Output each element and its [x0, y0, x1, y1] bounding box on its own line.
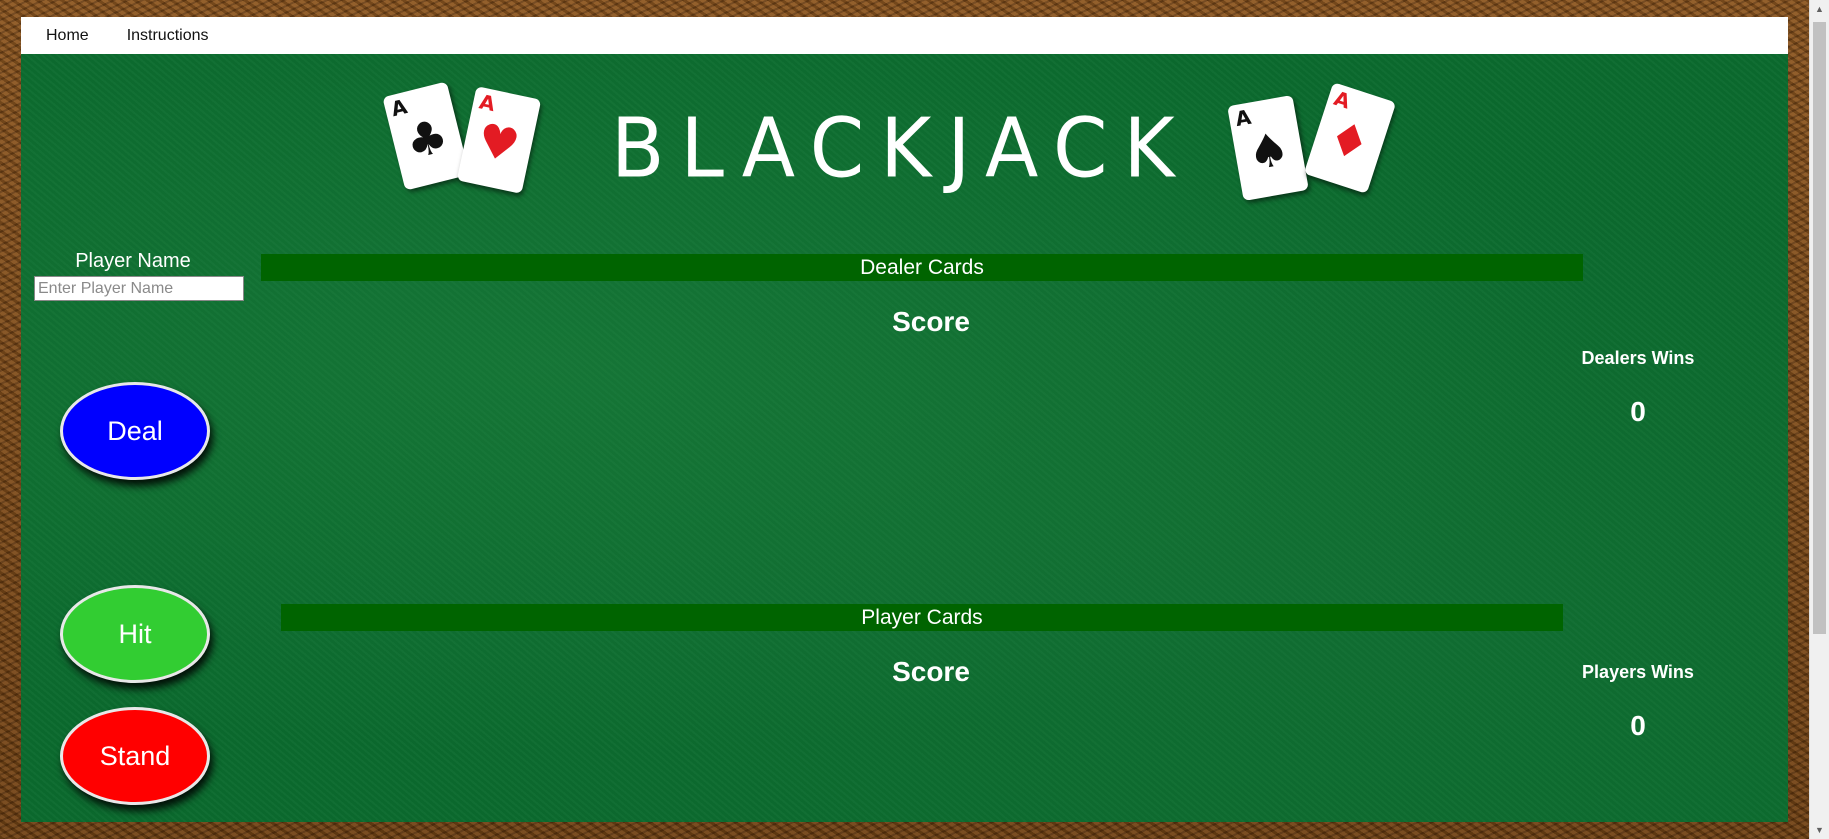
vertical-scrollbar[interactable]: ▲ ▼: [1809, 0, 1829, 839]
game-table: A ♣ A ♥ BLACKJACK A ♠ A ♦ Player Name De…: [21, 54, 1788, 822]
top-nav: Home Instructions: [21, 17, 1788, 54]
dealer-score-label: Score: [892, 306, 970, 337]
blackjack-logo: A ♣ A ♥ BLACKJACK A ♠ A ♦: [21, 54, 1788, 244]
scrollbar-thumb[interactable]: [1813, 22, 1826, 634]
card-ace-clubs: A ♣: [382, 81, 470, 191]
player-name-input[interactable]: [34, 276, 244, 301]
dealer-cards-header: Dealer Cards: [261, 254, 1583, 281]
card-ace-hearts: A ♥: [456, 86, 542, 194]
scroll-down-arrow-icon[interactable]: ▼: [1810, 821, 1829, 839]
player-wins-label: Players Wins: [1582, 662, 1694, 682]
player-cards-header: Player Cards: [281, 604, 1563, 631]
hearts-icon: ♥: [472, 112, 525, 174]
nav-home-link[interactable]: Home: [46, 27, 89, 45]
hit-button[interactable]: Hit: [60, 585, 210, 683]
nav-instructions-link[interactable]: Instructions: [127, 27, 209, 45]
dealer-wins-value: 0: [1630, 396, 1646, 427]
dealer-wins-label: Dealers Wins: [1581, 348, 1695, 368]
scroll-up-arrow-icon[interactable]: ▲: [1810, 0, 1829, 18]
diamonds-icon: ♦: [1321, 108, 1378, 173]
spades-icon: ♠: [1243, 120, 1294, 182]
logo-title: BLACKJACK: [611, 101, 1191, 197]
player-name-label: Player Name: [75, 250, 191, 272]
deal-button[interactable]: Deal: [60, 382, 210, 480]
stand-button[interactable]: Stand: [60, 707, 210, 805]
card-ace-diamonds: A ♦: [1303, 82, 1397, 194]
player-wins-value: 0: [1630, 710, 1646, 741]
card-ace-spades: A ♠: [1227, 94, 1309, 202]
player-score-label: Score: [892, 656, 970, 687]
